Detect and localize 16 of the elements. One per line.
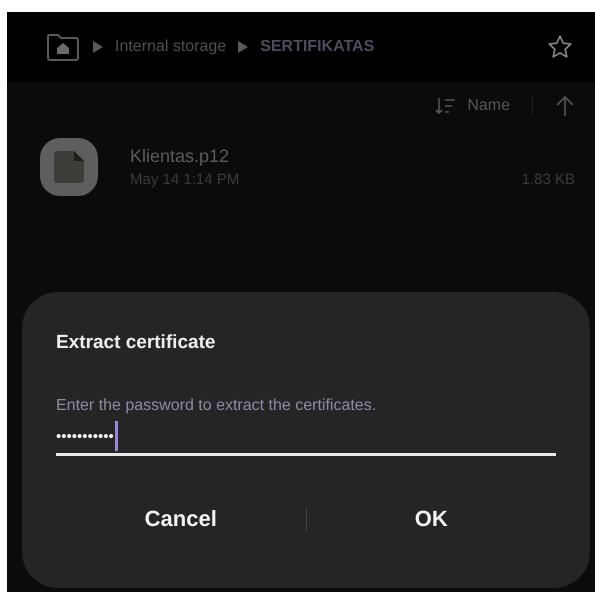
field-hint: Enter the password to extract the certificates.	[56, 397, 376, 415]
dialog-button[interactable]: OK	[306, 496, 556, 542]
chevron-icon	[93, 41, 103, 53]
sort-icon[interactable]	[435, 96, 458, 116]
dialog-button[interactable]: Cancel	[56, 496, 306, 542]
sort-label[interactable]: Name	[467, 97, 510, 115]
dialog-title: Extract certificate	[56, 332, 216, 354]
chevron-icon	[238, 41, 248, 53]
breadcrumb-item[interactable]: Internal storage	[115, 38, 226, 56]
arrow-up-icon[interactable]	[555, 95, 575, 117]
password-field[interactable]: •••••••••••	[56, 419, 556, 456]
file-icon	[40, 138, 98, 196]
breadcrumb-item[interactable]: SERTIFIKATAS	[260, 38, 374, 56]
file-name[interactable]: Klientas.p12	[130, 146, 575, 167]
home-folder-icon[interactable]	[45, 32, 81, 62]
star-icon[interactable]	[547, 34, 573, 60]
